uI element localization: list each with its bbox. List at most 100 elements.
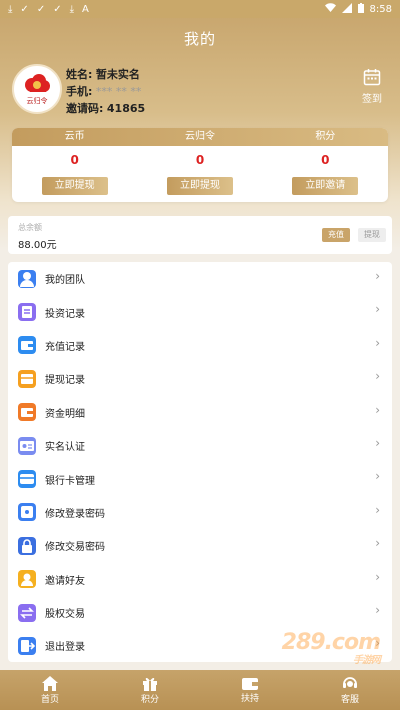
menu-item-label: 实名认证: [45, 442, 85, 454]
wifi-icon: [324, 3, 336, 15]
menu-item-wallet[interactable]: 充值记录 ›: [8, 329, 392, 362]
profile-section: 云归令 姓名: 暂未实名 手机: *** ** ** 邀请码: 41865 签到: [12, 64, 388, 120]
tab-customer-service[interactable]: 客服: [300, 670, 400, 710]
assets-card: 云币 云归令 积分 0 0 0 立即提现 立即提现 立即邀请: [12, 128, 388, 202]
withdraw-cloud-coin-button[interactable]: 立即提现: [41, 177, 108, 195]
logout-icon: [18, 636, 36, 655]
phone-label: 手机:: [66, 85, 93, 98]
chevron-right-icon: ›: [375, 335, 380, 350]
chevron-right-icon: ›: [375, 602, 380, 617]
tab-home-label: 首页: [40, 694, 59, 705]
chevron-right-icon: ›: [375, 502, 380, 517]
invest-record-icon: [18, 303, 36, 322]
asset-value-cloud-coin: 0: [70, 153, 79, 167]
funds-detail-icon: [18, 403, 36, 422]
app-a-icon: A: [82, 3, 89, 15]
withdraw-button[interactable]: 提现: [358, 228, 386, 242]
bottom-tab-bar: 首页 积分 扶持 客服: [0, 670, 400, 710]
invite-code-label: 邀请码:: [66, 102, 104, 115]
menu-item-withdraw-record[interactable]: 提现记录 ›: [8, 362, 392, 395]
cloud-logo-icon: [25, 73, 50, 92]
menu-item-label: 资金明细: [45, 408, 85, 420]
menu-item-label: 修改交易密码: [45, 542, 105, 554]
withdraw-record-icon: [18, 369, 36, 388]
balance-value: 88.00元: [18, 240, 57, 251]
menu-item-label: 我的团队: [45, 275, 85, 287]
home-icon: [42, 675, 58, 691]
avatar[interactable]: 云归令: [12, 64, 62, 114]
signin-label: 签到: [362, 94, 382, 105]
exchange-icon: [18, 603, 36, 622]
menu-item-label: 股权交易: [45, 609, 85, 621]
tab-home[interactable]: 首页: [0, 670, 100, 710]
asset-value-cloud-token: 0: [195, 153, 205, 167]
tab-points[interactable]: 积分: [100, 670, 200, 710]
menu-item-invite-friends[interactable]: 邀请好友 ›: [8, 563, 392, 596]
menu-item-label: 投资记录: [45, 308, 85, 320]
invite-now-button[interactable]: 立即邀请: [292, 177, 359, 195]
tab-customer-service-label: 客服: [340, 694, 359, 705]
chevron-right-icon: ›: [375, 569, 380, 584]
wallet-icon: [18, 336, 36, 355]
name-value: 暂未实名: [95, 68, 140, 81]
menu-item-label: 提现记录: [45, 375, 85, 387]
menu-item-id-card[interactable]: 实名认证 ›: [8, 429, 392, 462]
chevron-right-icon: ›: [375, 469, 380, 484]
invite-code-value: 41865: [106, 102, 146, 115]
tab-support[interactable]: 扶持: [200, 670, 300, 710]
asset-value-points: 0: [321, 153, 330, 167]
signin-button[interactable]: 签到: [360, 68, 384, 105]
gift-icon: [143, 677, 157, 691]
chevron-right-icon: ›: [375, 435, 380, 450]
recharge-button[interactable]: 充值: [322, 228, 350, 242]
menu-list: 我的团队 › 投资记录 › 充值记录 › 提现记录 › 资金明细 › 实名认证 › 银行卡管理 › 修改登录…: [8, 262, 392, 662]
download-icon: ⤓: [69, 3, 75, 15]
support-wallet-icon: [242, 678, 258, 690]
check-icon: ✓: [36, 3, 46, 15]
menu-item-team[interactable]: 我的团队 ›: [8, 262, 392, 295]
download-icon: ⤓: [8, 3, 13, 15]
login-password-icon: [18, 503, 36, 522]
chevron-right-icon: ›: [375, 369, 380, 384]
chevron-right-icon: ›: [375, 269, 380, 283]
menu-item-lock[interactable]: 修改交易密码 ›: [8, 529, 392, 562]
bank-card-icon: [18, 470, 36, 489]
invite-friends-icon: [18, 570, 36, 589]
menu-item-funds-detail[interactable]: 资金明细 ›: [8, 396, 392, 429]
check-icon: ✓: [53, 3, 62, 15]
chevron-right-icon: ›: [375, 536, 380, 551]
lock-icon: [18, 536, 36, 555]
signal-icon: [341, 2, 352, 16]
status-time: 8:58: [369, 3, 392, 15]
asset-title-cloud-coin: 云币: [64, 131, 85, 142]
profile-info: 姓名: 暂未实名 手机: *** ** ** 邀请码: 41865: [66, 66, 145, 117]
menu-item-bank-card[interactable]: 银行卡管理 ›: [8, 462, 392, 495]
menu-item-label: 邀请好友: [45, 575, 85, 587]
chevron-right-icon: ›: [375, 302, 380, 317]
balance-label: 总余额: [18, 223, 42, 232]
tab-support-label: 扶持: [240, 694, 259, 704]
notification-icons: ⤓ ✓ ✓ ✓ ⤓ A: [8, 4, 89, 15]
tab-points-label: 积分: [140, 694, 159, 705]
customer-service-icon: [343, 676, 357, 688]
page-title: 我的: [183, 29, 216, 48]
menu-item-invest-record[interactable]: 投资记录 ›: [8, 295, 392, 328]
menu-item-label: 银行卡管理: [45, 475, 95, 487]
menu-item-login-password[interactable]: 修改登录密码 ›: [8, 496, 392, 529]
menu-item-exchange[interactable]: 股权交易 ›: [8, 596, 392, 629]
asset-title-points: 积分: [315, 131, 336, 142]
team-icon: [18, 269, 36, 288]
avatar-logo-text: 云归令: [26, 96, 48, 105]
menu-item-label: 充值记录: [45, 341, 85, 353]
asset-title-cloud-token: 云归令: [184, 131, 215, 142]
withdraw-cloud-token-button[interactable]: 立即提现: [166, 177, 233, 195]
balance-card: 总余额 88.00元 充值 提现: [8, 216, 392, 254]
menu-item-label: 修改登录密码: [45, 508, 105, 520]
name-label: 姓名:: [66, 68, 93, 81]
status-bar: ⤓ ✓ ✓ ✓ ⤓ A 8:58: [0, 0, 400, 18]
chevron-right-icon: ›: [375, 402, 380, 417]
battery-icon: [357, 2, 364, 16]
id-card-icon: [18, 436, 36, 455]
calendar-icon: [363, 69, 381, 86]
phone-value: *** ** **: [95, 85, 142, 98]
